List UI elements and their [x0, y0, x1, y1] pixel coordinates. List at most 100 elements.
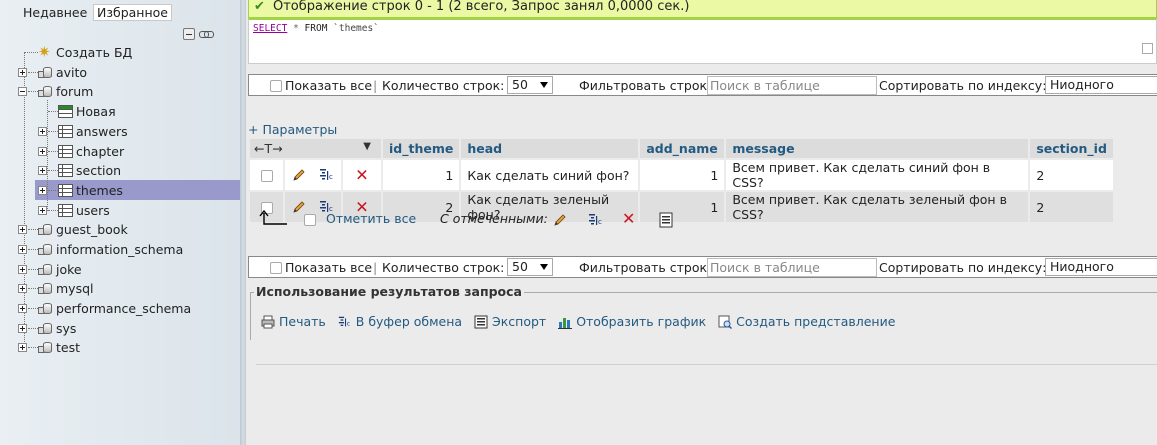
db-item-mysql[interactable]: mysql [18, 279, 218, 298]
sort-label: Сортировать по индексу: [879, 260, 1047, 275]
expand-icon[interactable] [18, 225, 27, 234]
table-item-section[interactable]: section [38, 161, 228, 180]
collapse-all-icon[interactable] [183, 27, 195, 40]
sort-dropdown-icon[interactable]: ▼ [363, 141, 371, 152]
db-item-avito[interactable]: avito [18, 63, 218, 82]
bulk-export-icon[interactable] [658, 212, 674, 231]
expand-icon[interactable] [18, 68, 27, 77]
show-all-checkbox[interactable] [270, 80, 282, 92]
column-header-add-name[interactable]: add_name [639, 139, 727, 159]
sql-keyword-from: FROM [304, 23, 328, 34]
db-item-information-schema[interactable]: information_schema [18, 240, 228, 259]
edit-icon[interactable] [291, 167, 307, 183]
collapse-icon[interactable] [18, 87, 27, 96]
copy-to-clipboard-link[interactable]: В буфер обмена [356, 314, 462, 329]
create-db-item[interactable]: ✷ Создать БД [24, 43, 224, 62]
sort-index-select[interactable]: Ниодного [1045, 76, 1157, 94]
db-item-sys[interactable]: sys [18, 319, 218, 338]
expand-icon[interactable] [38, 127, 47, 136]
table-icon [58, 204, 73, 217]
show-all-label[interactable]: Показать все [285, 78, 372, 93]
export-link[interactable]: Экспорт [492, 314, 546, 329]
cell-section-id[interactable]: 2 [1029, 158, 1115, 191]
resize-columns-icon[interactable]: ←T→ [254, 141, 283, 156]
cell-id-theme[interactable]: 1 [382, 158, 462, 191]
filter-label: Фильтровать строки: [579, 260, 720, 275]
table-item-chapter[interactable]: chapter [38, 142, 228, 161]
query-results-operations: Использование результатов запроса Печать… [250, 284, 1157, 340]
print-link[interactable]: Печать [279, 314, 326, 329]
database-icon [38, 66, 53, 79]
check-all-link[interactable]: Отметить все [326, 211, 416, 226]
expand-icon[interactable] [18, 343, 27, 352]
main-content: ✔ Отображение строк 0 - 1 (2 всего, Запр… [246, 0, 1157, 445]
row-count-select[interactable]: 50 [507, 258, 553, 276]
check-all-checkbox[interactable] [304, 214, 316, 226]
db-item-test[interactable]: test [18, 338, 218, 357]
db-item-joke[interactable]: joke [18, 260, 218, 279]
table-item-answers[interactable]: answers [38, 122, 228, 141]
with-selected-label: С отмеченными: [440, 211, 548, 226]
arrow-up-icon [259, 209, 289, 226]
table-icon [58, 145, 73, 158]
table-header-row: ←T→ ▼ id_theme head add_name message sec… [250, 139, 1115, 159]
top-navigation-bar: Показать все | Количество строк: 50 Филь… [248, 74, 1157, 96]
expand-icon[interactable] [18, 265, 27, 274]
row-checkbox[interactable] [260, 170, 273, 182]
show-all-checkbox[interactable] [270, 262, 282, 274]
copy-icon[interactable]: c [319, 167, 335, 183]
column-header-id-theme[interactable]: id_theme [382, 139, 462, 159]
print-icon [261, 315, 275, 329]
bulk-copy-icon[interactable]: c [588, 212, 604, 228]
row-count-select[interactable]: 50 [507, 76, 553, 94]
table-item-themes[interactable]: themes [38, 181, 228, 200]
sql-star: * [293, 23, 299, 34]
db-item-forum[interactable]: forum [18, 82, 218, 101]
sort-index-select[interactable]: Ниодного [1045, 258, 1157, 276]
db-item-performance-schema[interactable]: performance_schema [18, 299, 228, 318]
filter-input[interactable]: Поиск в таблице [707, 76, 877, 95]
expand-icon[interactable] [38, 206, 47, 215]
options-link[interactable]: + Параметры [248, 122, 337, 137]
show-all-label[interactable]: Показать все [285, 260, 372, 275]
cell-head[interactable]: Как сделать синий фон? [460, 158, 641, 191]
sql-query-box: SELECT * FROM `themes` [248, 18, 1157, 64]
expand-icon[interactable] [18, 284, 27, 293]
row-actions-cell: c [284, 158, 343, 191]
expand-icon[interactable] [38, 166, 47, 175]
link-with-main-icon[interactable] [198, 28, 214, 40]
cell-section-id[interactable]: 2 [1029, 190, 1115, 222]
bulk-actions-bar: Отметить все С отмеченными: c ✕ [254, 209, 754, 232]
filter-label: Фильтровать строки: [579, 78, 720, 93]
column-header-section-id[interactable]: section_id [1029, 139, 1115, 159]
query-results-legend: Использование результатов запроса [254, 284, 524, 299]
table-item-new[interactable]: Новая [42, 102, 232, 121]
filter-input[interactable]: Поиск в таблице [707, 258, 877, 277]
database-icon [38, 341, 53, 354]
query-results-links: Печать c В буфер обмена Экспорт Отобразит… [261, 314, 903, 330]
database-icon [38, 322, 53, 335]
row-select-cell [250, 158, 285, 191]
bulk-delete-icon[interactable]: ✕ [622, 211, 635, 227]
expand-icon[interactable] [18, 245, 27, 254]
bulk-edit-icon[interactable] [552, 212, 568, 228]
expand-icon[interactable] [38, 147, 47, 156]
column-header-head[interactable]: head [460, 139, 641, 159]
display-chart-link[interactable]: Отобразить график [576, 314, 706, 329]
clipboard-icon: c [338, 315, 352, 329]
recent-tab[interactable]: Недавнее [20, 4, 90, 21]
expand-icon[interactable] [18, 304, 27, 313]
sql-keyword-select[interactable]: SELECT [253, 23, 287, 34]
column-header-message[interactable]: message [725, 139, 1031, 159]
expand-icon[interactable] [18, 324, 27, 333]
favorites-tab[interactable]: Избранное [93, 4, 172, 21]
profiling-checkbox[interactable] [1142, 43, 1153, 54]
expand-icon[interactable] [38, 186, 47, 195]
db-item-guest-book[interactable]: guest_book [18, 220, 218, 239]
create-view-link[interactable]: Создать представление [736, 314, 895, 329]
cell-message[interactable]: Всем привет. Как сделать синий фон в CSS… [725, 158, 1031, 191]
cell-message[interactable]: Всем привет. Как сделать зеленый фон в C… [725, 190, 1031, 222]
delete-icon[interactable]: ✕ [355, 165, 368, 184]
cell-add-name[interactable]: 1 [639, 158, 727, 191]
table-item-users[interactable]: users [38, 201, 228, 220]
